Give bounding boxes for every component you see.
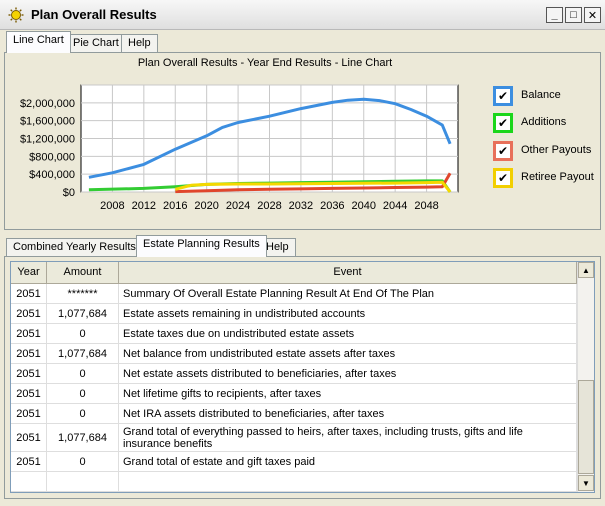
table-row[interactable]: 2051 0 Net IRA assets distributed to benef… <box>11 404 577 424</box>
cell-event: Net IRA assets distributed to beneficiar… <box>119 404 577 424</box>
legend-checkbox[interactable]: ✔ <box>493 168 513 188</box>
legend-label: Retiree Payout <box>521 171 594 183</box>
cell-event: Estate assets remaining in undistributed… <box>119 304 577 324</box>
line-chart: $0 $400,000 $800,000 $1,200,000 $1,600,000 $2… <box>20 84 459 212</box>
check-icon: ✔ <box>497 116 509 130</box>
cell-amount: ******* <box>47 284 119 304</box>
y-tick-label: $800,000 <box>29 151 75 163</box>
cell-event: Net lifetime gifts to recipients, after … <box>119 384 577 404</box>
tab-help[interactable]: Help <box>121 34 158 53</box>
cell-amount: 0 <box>47 324 119 344</box>
title-bar: Plan Overall Results _ □ ✕ <box>0 0 605 30</box>
y-tick-label: $1,200,000 <box>20 134 75 146</box>
cell-amount: 0 <box>47 384 119 404</box>
table-row[interactable]: 2051 0 Net lifetime gifts to recipients, a… <box>11 384 577 404</box>
tab-pie-chart[interactable]: Pie Chart <box>66 34 126 53</box>
table-row[interactable]: 2051 0 Net estate assets distributed to be… <box>11 364 577 384</box>
tab-estate-planning-results[interactable]: Estate Planning Results <box>136 235 267 257</box>
cell-event: Estate taxes due on undistributed estate… <box>119 324 577 344</box>
sun-icon <box>8 7 24 23</box>
column-header-amount[interactable]: Amount <box>47 262 119 284</box>
table-row[interactable]: 2051 ******* Summary Of Overall Estate Pla… <box>11 284 577 304</box>
close-icon: ✕ <box>587 9 598 22</box>
table-row[interactable] <box>11 472 577 492</box>
minimize-button[interactable]: _ <box>546 7 563 23</box>
cell-year: 2051 <box>11 424 47 452</box>
table-row[interactable]: 2051 1,077,684 Grand total of everything p… <box>11 424 577 452</box>
x-tick-label: 2016 <box>163 200 187 212</box>
cell-amount: 1,077,684 <box>47 344 119 364</box>
x-tick-label: 2036 <box>320 200 344 212</box>
chart-title: Plan Overall Results - Year End Results … <box>137 57 393 69</box>
y-tick-label: $0 <box>63 187 75 199</box>
legend-label: Other Payouts <box>521 144 592 156</box>
y-tick-label: $400,000 <box>29 169 75 181</box>
legend-label: Additions <box>521 116 567 128</box>
check-icon: ✔ <box>497 171 509 185</box>
scrollbar-thumb[interactable] <box>578 380 594 474</box>
column-header-year[interactable]: Year <box>11 262 47 284</box>
cell-year: 2051 <box>11 344 47 364</box>
cell-year: 2051 <box>11 404 47 424</box>
cell-event: Summary Of Overall Estate Planning Resul… <box>119 284 577 304</box>
scroll-down-button[interactable]: ▼ <box>578 475 594 491</box>
cell-year: 2051 <box>11 284 47 304</box>
cell-event: Net balance from undistributed estate as… <box>119 344 577 364</box>
scroll-up-button[interactable]: ▲ <box>578 262 594 278</box>
legend-label: Balance <box>521 89 561 101</box>
window-title: Plan Overall Results <box>31 7 157 22</box>
close-button[interactable]: ✕ <box>584 7 601 23</box>
legend-checkbox[interactable]: ✔ <box>493 141 513 161</box>
legend-checkbox[interactable]: ✔ <box>493 86 513 106</box>
check-icon: ✔ <box>497 89 509 103</box>
x-tick-label: 2040 <box>352 200 376 212</box>
grid-header: Year Amount Event <box>11 262 577 284</box>
check-icon: ✔ <box>497 144 509 158</box>
legend-checkbox[interactable]: ✔ <box>493 113 513 133</box>
cell-amount: 1,077,684 <box>47 304 119 324</box>
x-tick-label: 2032 <box>289 200 313 212</box>
results-tabbar: Combined Yearly Results Estate Planning … <box>0 235 605 257</box>
cell-amount: 0 <box>47 404 119 424</box>
tab-combined-yearly-results[interactable]: Combined Yearly Results <box>6 238 143 257</box>
chart-tabbar: Line Chart Pie Chart Help <box>0 31 605 53</box>
x-tick-label: 2012 <box>132 200 156 212</box>
minimize-icon: _ <box>551 9 558 21</box>
maximize-icon: □ <box>570 9 577 21</box>
table-row[interactable]: 2051 0 Grand total of estate and gift taxe… <box>11 452 577 472</box>
table-row[interactable]: 2051 1,077,684 Net balance from undistribu… <box>11 344 577 364</box>
cell-event <box>119 472 577 492</box>
cell-event: Grand total of estate and gift taxes pai… <box>119 452 577 472</box>
table-row[interactable]: 2051 1,077,684 Estate assets remaining in … <box>11 304 577 324</box>
tab-line-chart[interactable]: Line Chart <box>6 31 71 53</box>
maximize-button[interactable]: □ <box>565 7 582 23</box>
cell-year: 2051 <box>11 304 47 324</box>
cell-amount <box>47 472 119 492</box>
x-tick-label: 2020 <box>194 200 218 212</box>
x-tick-label: 2008 <box>100 200 124 212</box>
x-tick-label: 2028 <box>257 200 281 212</box>
y-tick-label: $1,600,000 <box>20 116 75 128</box>
cell-year: 2051 <box>11 364 47 384</box>
cell-event: Net estate assets distributed to benefic… <box>119 364 577 384</box>
x-tick-label: 2044 <box>383 200 407 212</box>
y-tick-label: $2,000,000 <box>20 98 75 110</box>
scroll-down-arrow-icon: ▼ <box>582 478 590 488</box>
vertical-scrollbar[interactable]: ▲ ▼ <box>577 262 594 492</box>
cell-year: 2051 <box>11 324 47 344</box>
column-header-event[interactable]: Event <box>119 262 577 284</box>
cell-event: Grand total of everything passed to heir… <box>119 424 577 452</box>
cell-amount: 0 <box>47 452 119 472</box>
x-tick-label: 2024 <box>226 200 250 212</box>
table-row[interactable]: 2051 0 Estate taxes due on undistributed e… <box>11 324 577 344</box>
x-tick-label: 2048 <box>414 200 438 212</box>
cell-year <box>11 472 47 492</box>
cell-amount: 1,077,684 <box>47 424 119 452</box>
cell-amount: 0 <box>47 364 119 384</box>
scroll-up-arrow-icon: ▲ <box>582 265 590 275</box>
cell-year: 2051 <box>11 384 47 404</box>
estate-results-grid[interactable]: Year Amount Event 2051 ******* Summary Of … <box>10 261 595 493</box>
cell-year: 2051 <box>11 452 47 472</box>
